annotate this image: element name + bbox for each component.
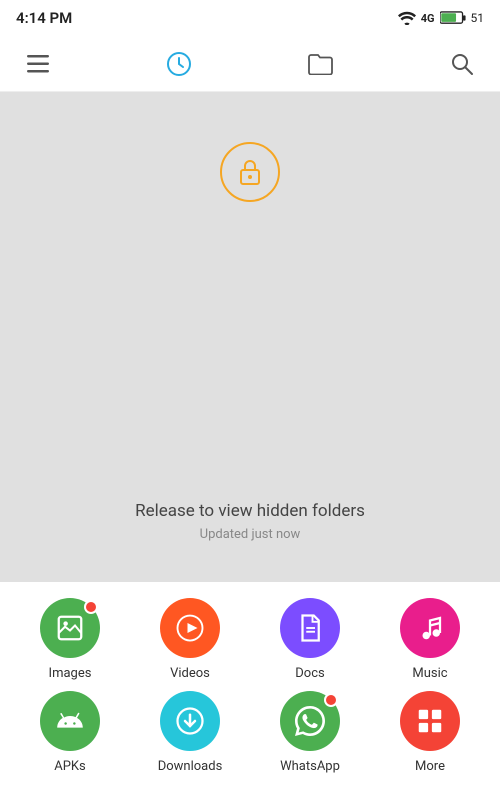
icon-grid: Images Videos Docs [10,598,490,774]
images-icon [55,613,85,643]
docs-item[interactable]: Docs [250,598,370,681]
docs-label: Docs [295,666,324,681]
images-icon-circle [40,598,100,658]
release-text: Release to view hidden folders [135,501,365,521]
apks-item[interactable]: APKs [10,691,130,774]
status-time: 4:14 PM [16,9,72,27]
signal-text: 4G [421,12,435,25]
lock-icon [238,158,262,186]
wifi-icon [398,11,416,25]
history-button[interactable] [161,46,197,82]
whatsapp-item[interactable]: WhatsApp [250,691,370,774]
main-content: Release to view hidden folders Updated j… [0,92,500,582]
apks-icon [55,706,85,736]
downloads-icon-circle [160,691,220,751]
images-item[interactable]: Images [10,598,130,681]
status-bar: 4:14 PM 4G 51 [0,0,500,36]
whatsapp-badge [324,693,338,707]
downloads-label: Downloads [158,759,223,774]
music-item[interactable]: Music [370,598,490,681]
menu-icon [27,55,49,73]
apks-icon-circle [40,691,100,751]
music-label: Music [412,666,447,681]
images-label: Images [49,666,92,681]
menu-button[interactable] [20,46,56,82]
lock-indicator [220,142,280,202]
apks-label: APKs [54,759,86,774]
search-button[interactable] [444,46,480,82]
whatsapp-label: WhatsApp [280,759,340,774]
more-label: More [415,759,445,774]
folder-button[interactable] [303,46,339,82]
videos-item[interactable]: Videos [130,598,250,681]
images-badge [84,600,98,614]
downloads-icon [175,706,205,736]
more-icon [415,706,445,736]
top-nav [0,36,500,92]
docs-icon [295,613,325,643]
history-icon [166,51,192,77]
more-icon-circle [400,691,460,751]
battery-percent: 51 [471,11,485,25]
whatsapp-icon [295,706,325,736]
videos-icon [175,613,205,643]
downloads-item[interactable]: Downloads [130,691,250,774]
whatsapp-icon-circle [280,691,340,751]
updated-text: Updated just now [200,527,301,542]
docs-icon-circle [280,598,340,658]
music-icon-circle [400,598,460,658]
search-icon [450,52,474,76]
battery-icon [440,11,466,25]
music-icon [415,613,445,643]
status-icons: 4G 51 [398,11,484,25]
more-item[interactable]: More [370,691,490,774]
videos-icon-circle [160,598,220,658]
bottom-section: Images Videos Docs [0,582,500,784]
folder-icon [308,53,334,75]
videos-label: Videos [170,666,210,681]
